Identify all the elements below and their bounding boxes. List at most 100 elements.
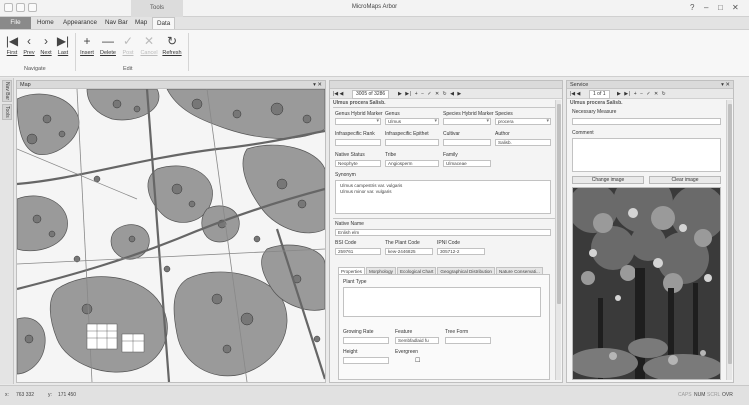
plant-type-textarea[interactable] <box>343 287 541 317</box>
service-nav-first-prev[interactable]: |◀ ◀ <box>570 89 580 99</box>
scrl-indicator: SCRL <box>707 392 721 398</box>
cancel-icon: ✕ <box>143 34 155 48</box>
tab-home[interactable]: Home <box>33 17 58 29</box>
plant-type-label: Plant Type <box>343 279 367 285</box>
navigate-group-label: Navigate <box>24 66 46 72</box>
record-nav-buttons[interactable]: ▶ ▶| + − ✓ ✕ ↻ ◀ ▶ <box>398 89 462 99</box>
genus-select[interactable]: Ulmus <box>385 118 439 125</box>
author-label: Author <box>495 131 510 137</box>
plant-code-field[interactable]: kew-2446825 <box>385 248 433 255</box>
comment-textarea[interactable] <box>572 138 721 172</box>
infraspecific-rank-field[interactable] <box>335 139 381 146</box>
refresh-button[interactable]: ↻ Refresh <box>162 34 182 56</box>
minimize-icon[interactable]: – <box>704 3 708 13</box>
clear-image-button[interactable]: Clear image <box>649 176 721 184</box>
service-panel-title: Service <box>570 82 589 88</box>
change-image-button[interactable]: Change image <box>572 176 644 184</box>
cancel-button[interactable]: ✕ Cancel <box>139 34 159 56</box>
synonym-line: Ulmus minor var. vulgaris <box>340 189 392 194</box>
map-canvas[interactable] <box>17 89 325 382</box>
record-navigator: |◀ ◀ 3005 of 3286 ▶ ▶| + − ✓ ✕ ↻ ◀ ▶ <box>330 89 562 99</box>
genus-label: Genus <box>385 111 400 117</box>
edit-group-label: Edit <box>123 66 133 72</box>
tribe-label: Tribe <box>385 152 397 158</box>
ipni-code-field[interactable]: 305712-2 <box>437 248 485 255</box>
post-button[interactable]: ✓ Post <box>118 34 138 56</box>
ribbon: |◀ First ‹ Prev › Next ▶| Last Navigate + Ins… <box>0 29 749 77</box>
record-panel: |◀ ◀ 3005 of 3286 ▶ ▶| + − ✓ ✕ ↻ ◀ ▶ Ulm… <box>329 80 563 383</box>
growing-rate-label: Growing Rate <box>343 329 374 335</box>
service-heading: Ulmus procera Salisb. <box>570 100 623 106</box>
refresh-icon: ↻ <box>166 34 178 48</box>
maximize-icon[interactable]: □ <box>718 3 723 13</box>
species-hybrid-label: Species Hybrid Marker <box>443 111 494 117</box>
last-button[interactable]: ▶| Last <box>53 34 73 56</box>
num-indicator: NUM <box>694 392 706 398</box>
bsi-code-field[interactable]: 259761 <box>335 248 381 255</box>
height-field[interactable] <box>343 357 389 364</box>
author-field[interactable]: Salisb. <box>495 139 551 146</box>
infraspecific-epithet-field[interactable] <box>385 139 439 146</box>
growing-rate-field[interactable] <box>343 337 389 344</box>
tab-file[interactable]: File <box>0 17 31 29</box>
record-scrollbar[interactable] <box>555 100 561 380</box>
comment-label: Comment <box>572 130 594 136</box>
service-navigator: |◀ ◀ 1 of 1 ▶ ▶| + − ✓ ✕ ↻ <box>567 89 733 99</box>
window-title: MicroMaps Arbor <box>351 4 398 10</box>
pin-icon[interactable]: ▾ ✕ <box>721 81 730 89</box>
ribbon-tabs: File Home Appearance Nav Bar Map Data <box>0 17 749 29</box>
plus-icon: + <box>83 34 91 48</box>
status-bar: x: 763 332 y: 171 450 CAPS NUM SCRL OVR <box>0 385 749 405</box>
native-status-field[interactable]: Neophyte <box>335 160 381 167</box>
delete-button[interactable]: — Delete <box>98 34 118 56</box>
evergreen-label: Evergreen <box>395 349 419 355</box>
service-scrollbar[interactable] <box>726 100 732 380</box>
insert-button[interactable]: + Insert <box>77 34 97 56</box>
genus-hybrid-select[interactable] <box>335 118 381 125</box>
tree-form-field[interactable] <box>445 337 491 344</box>
tree-photo <box>572 187 721 380</box>
cultivar-field[interactable] <box>443 139 491 146</box>
help-icon[interactable]: ? <box>690 3 694 13</box>
native-name-label: Native Name <box>335 221 364 227</box>
close-icon[interactable]: ✕ <box>732 3 739 13</box>
height-label: Height <box>343 349 358 355</box>
tab-data[interactable]: Data <box>152 17 176 29</box>
genus-hybrid-label: Genus Hybrid Marker <box>335 111 383 117</box>
tab-appearance[interactable]: Appearance <box>59 17 101 29</box>
service-position[interactable]: 1 of 1 <box>589 90 610 99</box>
family-field[interactable]: Ulmaceae <box>443 160 491 167</box>
map-panel-header: Map ▾ ✕ <box>17 81 325 89</box>
divider <box>333 107 555 108</box>
record-heading: Ulmus procera Salisb. <box>333 100 386 106</box>
caps-indicator: CAPS <box>678 392 692 398</box>
record-position[interactable]: 3005 of 3286 <box>352 90 390 99</box>
plant-code-label: The Plant Code <box>385 240 420 246</box>
cultivar-label: Cultivar <box>443 131 460 137</box>
species-select[interactable]: procera <box>495 118 551 125</box>
service-nav-buttons[interactable]: ▶ ▶| + − ✓ ✕ ↻ <box>617 89 667 99</box>
title-bar: Tools MicroMaps Arbor ? – □ ✕ <box>0 0 749 17</box>
tree-form-label: Tree Form <box>445 329 469 335</box>
synonym-label: Synonym <box>335 172 356 178</box>
tab-nav-bar[interactable]: Nav Bar <box>101 17 132 29</box>
y-coordinate-label: y: <box>48 392 52 398</box>
map-drawing <box>17 89 325 382</box>
divider <box>333 218 555 219</box>
measure-label: Necessary Measure <box>572 109 617 115</box>
native-name-field[interactable]: Enlish elm <box>335 229 551 236</box>
check-icon: ✓ <box>122 34 134 48</box>
side-tab-tools[interactable]: Tools <box>2 104 12 120</box>
feature-field[interactable]: Sembfadlaid fu <box>395 337 439 344</box>
tribe-field[interactable]: Angiosperm <box>385 160 439 167</box>
evergreen-checkbox[interactable]: ☐ <box>415 357 420 364</box>
synonym-textarea[interactable]: Ulmus campestris var. vulgaris Ulmus min… <box>335 180 551 214</box>
tree-photo-drawing <box>573 188 720 379</box>
map-panel: Map ▾ ✕ <box>16 80 326 383</box>
tab-map[interactable]: Map <box>131 17 151 29</box>
record-nav-first-prev[interactable]: |◀ ◀ <box>333 89 343 99</box>
side-tab-nav-bar[interactable]: Nav Bar <box>2 80 12 102</box>
species-hybrid-select[interactable] <box>443 118 491 125</box>
pin-icon[interactable]: ▾ ✕ <box>313 81 322 89</box>
measure-field[interactable] <box>572 118 721 125</box>
